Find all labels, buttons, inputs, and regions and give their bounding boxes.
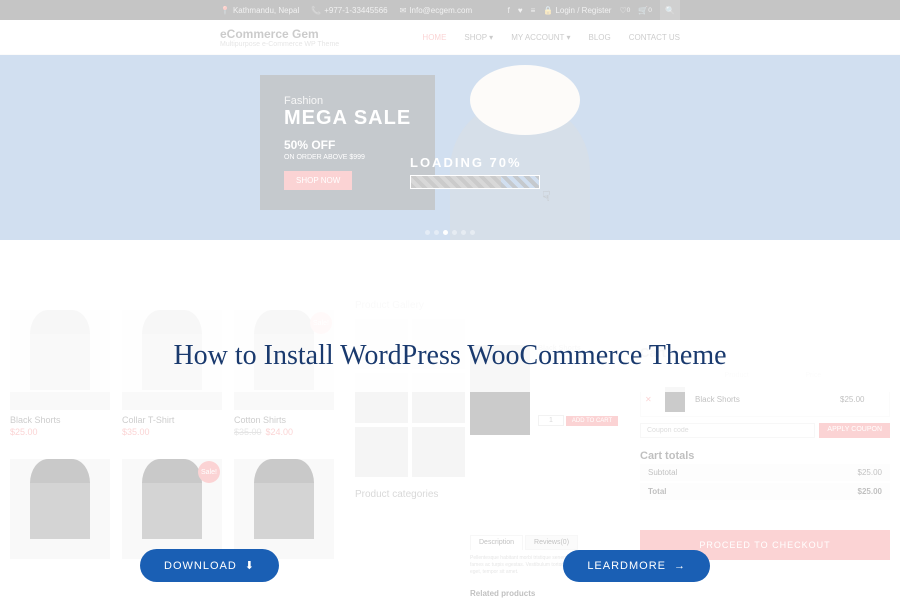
product-card[interactable]: [234, 449, 334, 559]
cart-item-price: $25.00: [840, 395, 885, 404]
search-icon[interactable]: 🔍: [660, 0, 680, 20]
email: ✉ Info@ecgem.com: [400, 6, 473, 15]
cart-item-name[interactable]: Black Shorts: [685, 395, 840, 404]
topbar: 📍 Kathmandu, Nepal 📞 +977-1-33445566 ✉ I…: [0, 0, 900, 20]
categories-heading: Product categories: [355, 489, 465, 500]
download-button[interactable]: DOWNLOAD ⬇: [140, 549, 279, 582]
quantity-stepper[interactable]: 1: [538, 415, 564, 426]
related-heading: Related products: [470, 589, 630, 598]
tab-description[interactable]: Description: [470, 535, 523, 550]
nav-account[interactable]: MY ACCOUNT ▾: [511, 33, 570, 42]
product-grid-panel: Black Shorts $25.00 Collar T-Shirt $35.0…: [0, 240, 480, 559]
apply-coupon-button[interactable]: APPLY COUPON: [819, 423, 890, 438]
header: eCommerce Gem Multipurpose e-Commerce WP…: [0, 20, 900, 55]
loading-label: LOADING 70%: [410, 155, 522, 170]
subtotal-row: Subtotal$25.00: [640, 464, 890, 481]
product-card[interactable]: [10, 449, 110, 559]
main-nav: HOME SHOP ▾ MY ACCOUNT ▾ BLOG CONTACT US: [422, 33, 680, 42]
add-to-cart-button[interactable]: ADD TO CART: [566, 416, 618, 426]
product-card[interactable]: Sale!: [122, 449, 222, 559]
nav-home[interactable]: HOME: [422, 33, 446, 42]
facebook-icon[interactable]: f: [508, 6, 510, 15]
arrow-right-icon: →: [674, 560, 686, 572]
promo-card: Fashion MEGA SALE 50% OFF ON ORDER ABOVE…: [260, 75, 435, 210]
shop-now-button[interactable]: SHOP NOW: [284, 171, 352, 190]
tab-reviews[interactable]: Reviews(0): [525, 535, 578, 550]
page-title: How to Install WordPress WooCommerce The…: [0, 300, 900, 392]
hero-model-image: [420, 55, 620, 240]
phone: 📞 +977-1-33445566: [311, 6, 387, 15]
nav-contact[interactable]: CONTACT US: [629, 33, 680, 42]
slider-dots[interactable]: [425, 230, 475, 235]
login-link[interactable]: 🔒 Login / Register: [543, 6, 611, 15]
nav-shop[interactable]: SHOP ▾: [464, 33, 493, 42]
download-icon: ⬇: [245, 559, 255, 572]
total-row: Total$25.00: [640, 483, 890, 500]
twitter-icon[interactable]: ♥: [518, 6, 523, 15]
gallery-thumb[interactable]: [412, 427, 465, 477]
wishlist-icon[interactable]: ♡0: [619, 6, 630, 15]
remove-item-button[interactable]: ✕: [645, 395, 665, 404]
cursor-icon: ☟: [542, 188, 551, 205]
coupon-input[interactable]: [640, 423, 815, 438]
gallery-thumb[interactable]: [355, 427, 408, 477]
progress-bar: [410, 175, 540, 189]
learnmore-button[interactable]: LEARDMORE →: [563, 550, 710, 582]
hero-banner: Fashion MEGA SALE 50% OFF ON ORDER ABOVE…: [0, 55, 900, 240]
logo[interactable]: eCommerce Gem Multipurpose e-Commerce WP…: [220, 27, 339, 48]
location: 📍 Kathmandu, Nepal: [220, 6, 299, 15]
cart-totals-heading: Cart totals: [640, 450, 890, 462]
rss-icon[interactable]: ≡: [531, 6, 536, 15]
nav-blog[interactable]: BLOG: [589, 33, 611, 42]
minicart-icon[interactable]: 🛒0: [638, 6, 652, 15]
